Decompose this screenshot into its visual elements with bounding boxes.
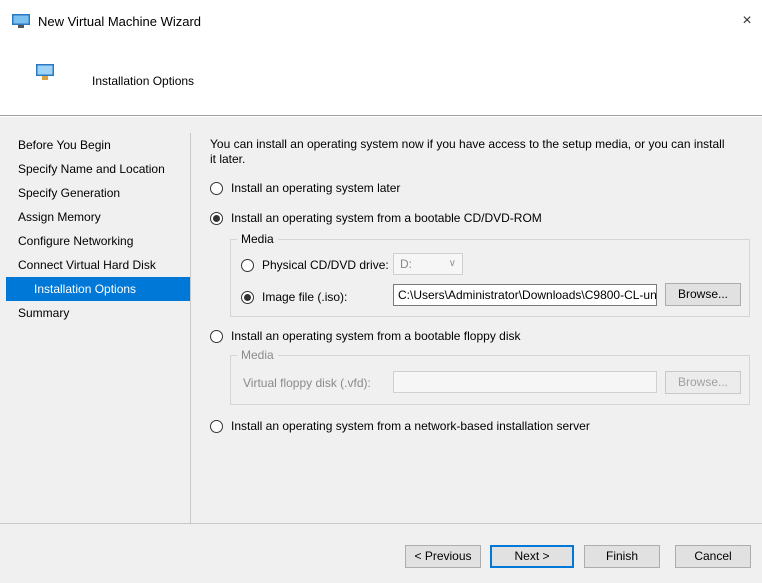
physical-drive-label: Physical CD/DVD drive: <box>262 258 389 272</box>
physical-drive-select[interactable]: D: ∨ <box>393 253 463 275</box>
option-install-later[interactable]: Install an operating system later <box>210 181 400 195</box>
floppy-media-group: Media Virtual floppy disk (.vfd): Browse… <box>230 348 750 405</box>
nav-item-configure-networking[interactable]: Configure Networking <box>6 229 190 253</box>
wizard-header: Installation Options <box>0 44 762 116</box>
radio-install-later[interactable] <box>210 181 223 195</box>
previous-button[interactable]: < Previous <box>405 545 481 568</box>
next-button[interactable]: Next > <box>490 545 574 568</box>
nav-item-summary[interactable]: Summary <box>6 301 190 325</box>
nav-item-connect-virtual-hard-disk[interactable]: Connect Virtual Hard Disk <box>6 253 190 277</box>
option-install-from-floppy[interactable]: Install an operating system from a boota… <box>210 329 521 343</box>
radio-install-from-floppy[interactable] <box>210 329 223 343</box>
nav-divider <box>190 133 191 525</box>
chevron-down-icon: ∨ <box>448 258 456 269</box>
window-title: New Virtual Machine Wizard <box>38 14 202 29</box>
media-group-label: Media <box>237 232 278 246</box>
option-install-from-floppy-label: Install an operating system from a boota… <box>231 329 521 343</box>
option-install-from-cd-label: Install an operating system from a boota… <box>231 211 542 225</box>
radio-image-file[interactable] <box>241 290 254 304</box>
image-file-label: Image file (.iso): <box>262 290 348 304</box>
option-install-later-label: Install an operating system later <box>231 181 401 195</box>
wizard-footer: < Previous Next > Finish Cancel <box>0 523 762 583</box>
intro-text: You can install an operating system now … <box>210 137 725 166</box>
floppy-disk-input[interactable] <box>393 371 657 393</box>
cd-media-group: Media Physical CD/DVD drive: D: ∨ Image … <box>230 232 750 317</box>
floppy-browse-button[interactable]: Browse... <box>665 371 741 394</box>
nav-item-specify-name-and-location[interactable]: Specify Name and Location <box>6 157 190 181</box>
content-panel: You can install an operating system now … <box>210 137 750 433</box>
option-physical-drive[interactable]: Physical CD/DVD drive: <box>241 258 389 272</box>
title-bar: New Virtual Machine Wizard × <box>0 0 762 44</box>
wizard-body: Before You Begin Specify Name and Locati… <box>0 117 762 525</box>
nav-item-specify-generation[interactable]: Specify Generation <box>6 181 190 205</box>
radio-install-from-network[interactable] <box>210 419 223 433</box>
nav-item-before-you-begin[interactable]: Before You Begin <box>6 133 190 157</box>
option-install-from-cd[interactable]: Install an operating system from a boota… <box>210 211 542 225</box>
nav-item-installation-options[interactable]: Installation Options <box>6 277 190 301</box>
image-file-input[interactable]: C:\Users\Administrator\Downloads\C9800-C… <box>393 284 657 306</box>
page-title: Installation Options <box>92 74 195 88</box>
option-image-file[interactable]: Image file (.iso): <box>241 290 347 304</box>
radio-install-from-cd[interactable] <box>210 211 223 225</box>
nav-item-assign-memory[interactable]: Assign Memory <box>6 205 190 229</box>
wizard-nav: Before You Begin Specify Name and Locati… <box>6 133 190 325</box>
radio-physical-drive[interactable] <box>241 258 254 272</box>
close-button[interactable]: × <box>732 6 762 36</box>
floppy-disk-label: Virtual floppy disk (.vfd): <box>243 376 371 390</box>
virtual-machine-icon <box>36 64 54 80</box>
finish-button[interactable]: Finish <box>584 545 660 568</box>
physical-drive-value: D: <box>400 257 412 271</box>
option-install-from-network[interactable]: Install an operating system from a netwo… <box>210 419 590 433</box>
option-install-from-network-label: Install an operating system from a netwo… <box>231 419 590 433</box>
cancel-button[interactable]: Cancel <box>675 545 751 568</box>
browse-button[interactable]: Browse... <box>665 283 741 306</box>
floppy-media-group-label: Media <box>237 348 278 362</box>
virtual-machine-icon <box>12 14 30 28</box>
